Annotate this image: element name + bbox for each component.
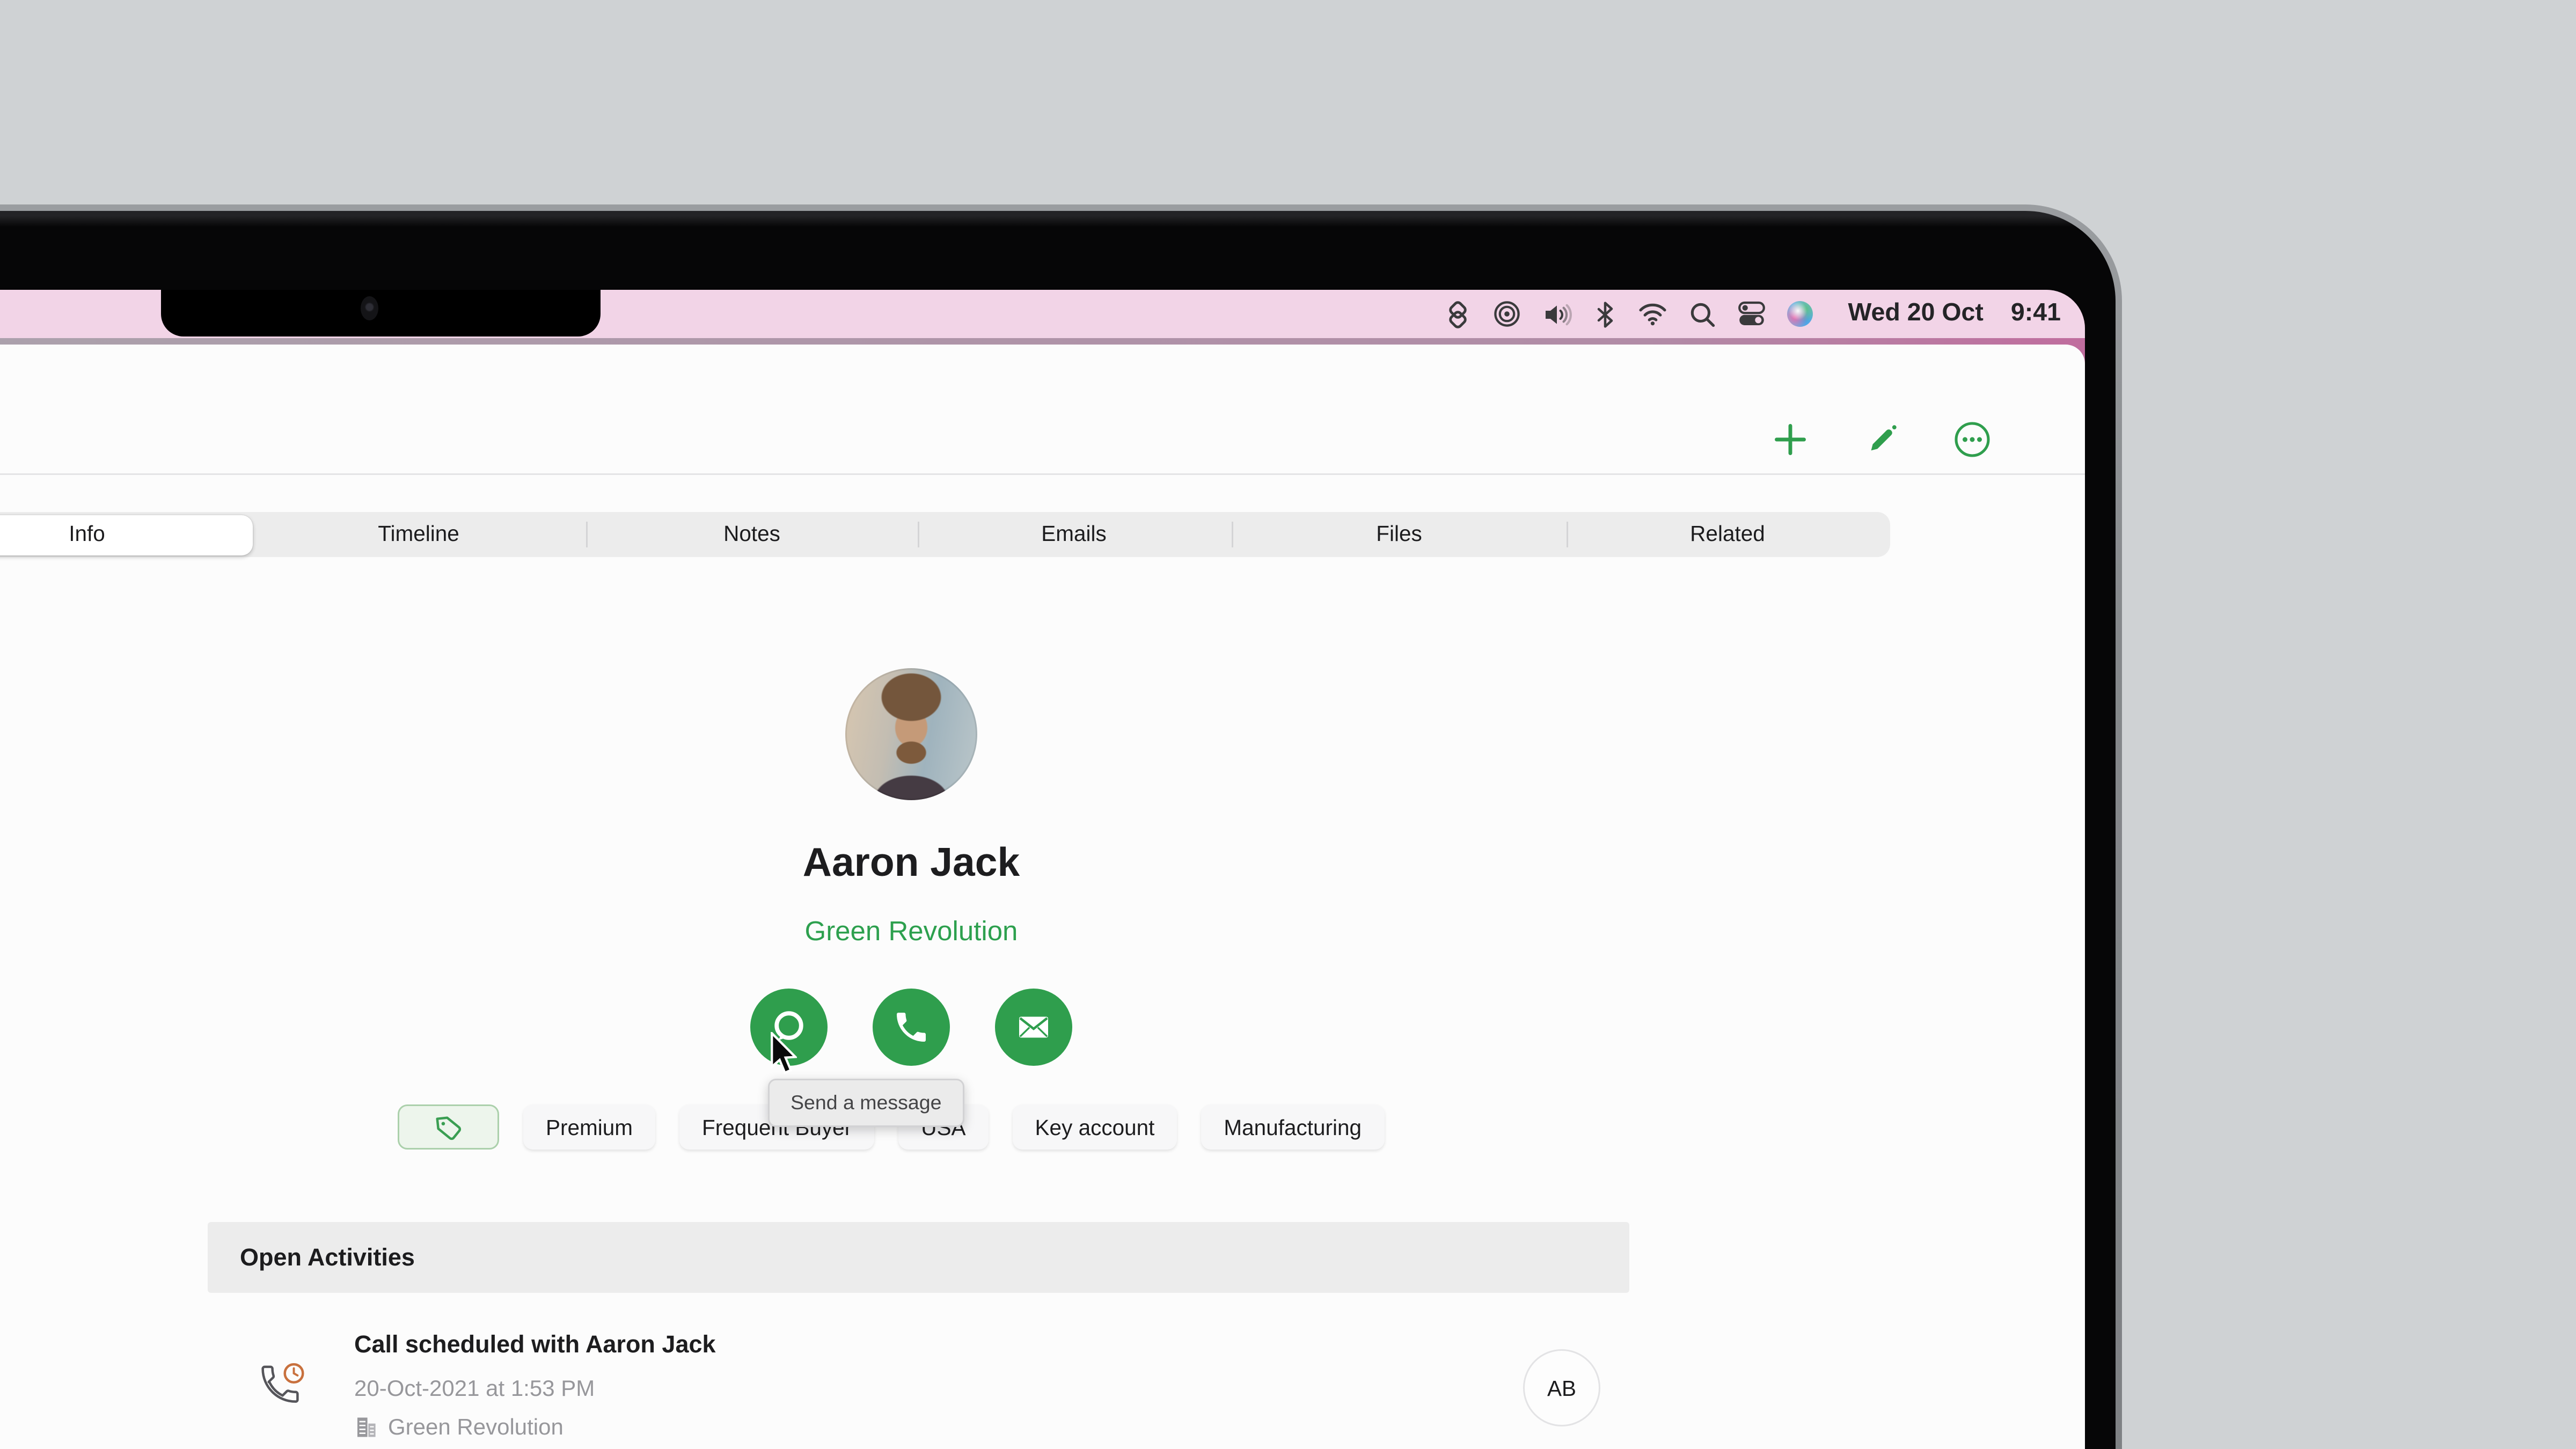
bluetooth-icon[interactable] (1593, 301, 1616, 328)
screen: Wed 20 Oct 9:41 (0, 290, 2085, 1449)
activity-owner-avatar: AB (1523, 1349, 1600, 1426)
crm-window: Info Timeline Notes Emails Files Related… (0, 345, 2085, 1449)
tab-bar: Info Timeline Notes Emails Files Related (0, 512, 1890, 557)
more-options-button[interactable] (1945, 412, 2000, 467)
activity-datetime: 20-Oct-2021 at 1:53 PM (354, 1375, 595, 1401)
control-center-icon[interactable] (1737, 299, 1766, 328)
send-message-tooltip: Send a message (768, 1079, 964, 1127)
tag-pill[interactable]: Manufacturing (1201, 1104, 1384, 1150)
header-divider (0, 473, 2085, 475)
siri-icon[interactable] (1787, 301, 1812, 327)
call-button[interactable] (873, 989, 950, 1066)
activity-title[interactable]: Call scheduled with Aaron Jack (354, 1331, 716, 1359)
activity-company: Green Revolution (354, 1414, 564, 1439)
tag-pill[interactable]: Key account (1013, 1104, 1177, 1150)
manage-tags-button[interactable] (398, 1104, 499, 1150)
tab-info[interactable]: Info (69, 512, 105, 557)
tab-related[interactable]: Related (1690, 512, 1765, 557)
tab-timeline[interactable]: Timeline (378, 512, 459, 557)
mouse-cursor (770, 1032, 797, 1084)
tab-emails[interactable]: Emails (1041, 512, 1107, 557)
scheduled-call-icon (254, 1359, 309, 1422)
spotlight-search-icon[interactable] (1688, 301, 1716, 328)
tab-files[interactable]: Files (1376, 512, 1422, 557)
contact-company-link[interactable]: Green Revolution (589, 916, 1233, 948)
tab-notes[interactable]: Notes (723, 512, 780, 557)
building-icon (354, 1415, 378, 1439)
tab-info-selected[interactable] (0, 515, 253, 555)
volume-icon[interactable] (1542, 301, 1572, 328)
stage: Wed 20 Oct 9:41 (0, 0, 2576, 1449)
add-button[interactable] (1763, 412, 1818, 467)
camera-icon (361, 296, 378, 320)
menubar-date[interactable]: Wed 20 Oct (1848, 299, 1983, 328)
tab-separator (586, 522, 588, 547)
contact-photo (845, 668, 977, 800)
layers-icon[interactable] (1444, 301, 1471, 328)
activity-company-name: Green Revolution (388, 1414, 564, 1439)
airdrop-icon[interactable] (1492, 299, 1521, 328)
tab-separator (1567, 522, 1568, 547)
menu-bar: Wed 20 Oct 9:41 (0, 290, 2085, 338)
wifi-icon[interactable] (1637, 301, 1667, 327)
header-actions (1763, 412, 2085, 467)
owner-initials: AB (1547, 1376, 1576, 1400)
notch (161, 290, 601, 336)
tab-separator (1232, 522, 1233, 547)
open-activities-header: Open Activities (208, 1222, 1629, 1293)
contact-name: Aaron Jack (589, 840, 1233, 887)
tag-pill[interactable]: Premium (523, 1104, 655, 1150)
tab-separator (918, 522, 919, 547)
status-icons: Wed 20 Oct 9:41 (1444, 290, 2061, 338)
menubar-time[interactable]: 9:41 (2011, 299, 2061, 328)
email-button[interactable] (995, 989, 1072, 1066)
edit-pencil-button[interactable] (1855, 412, 1909, 467)
